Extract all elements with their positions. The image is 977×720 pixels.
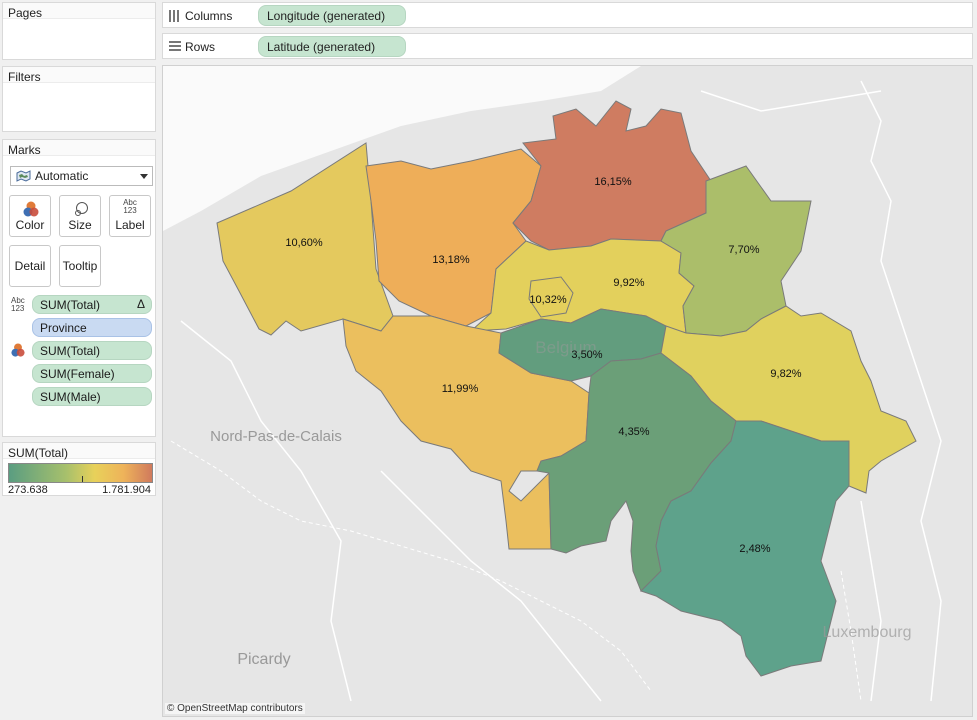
label-hainaut: 11,99%	[442, 383, 479, 395]
size-button-label: Size	[68, 218, 92, 232]
mark-field-male[interactable]: SUM(Male)	[32, 387, 152, 406]
tooltip-button[interactable]: Tooltip	[59, 245, 101, 287]
mark-field-label: SUM(Female)	[40, 367, 115, 381]
color-legend-ramp	[8, 463, 153, 483]
rows-pill[interactable]: Latitude (generated)	[258, 36, 406, 57]
rows-label: Rows	[185, 40, 216, 54]
filters-card[interactable]: Filters	[2, 66, 156, 132]
label-luxembourg-prov: 2,48%	[739, 543, 770, 555]
columns-label: Columns	[185, 9, 233, 23]
detail-button[interactable]: Detail	[9, 245, 51, 287]
pages-title: Pages	[3, 3, 155, 20]
label-east-flanders: 13,18%	[432, 254, 470, 266]
color-button-label: Color	[15, 218, 45, 232]
mark-field-label: SUM(Total)	[40, 344, 101, 358]
label-namur: 4,35%	[618, 426, 649, 438]
label-west-flanders: 10,60%	[285, 237, 323, 249]
marks-card: Marks Automatic Color Size Abc 123 Label…	[2, 139, 156, 437]
chevron-down-icon	[140, 174, 148, 179]
delta-icon: Δ	[136, 297, 145, 311]
label-walloon-brabant: 3,50%	[571, 349, 602, 361]
left-panel: Pages Filters Marks Automatic Color Size…	[0, 0, 157, 720]
mark-type-dropdown[interactable]: Automatic	[10, 166, 153, 186]
rows-shelf[interactable]: Rows Latitude (generated)	[162, 33, 973, 59]
label-flemish-brabant: 9,92%	[613, 277, 644, 289]
label-button[interactable]: Abc 123 Label	[109, 195, 151, 237]
provinces	[216, 100, 917, 677]
mark-field-province[interactable]: Province	[32, 318, 152, 337]
columns-icon	[169, 10, 179, 22]
rows-icon	[169, 41, 181, 51]
legend-title: SUM(Total)	[3, 443, 155, 460]
size-icon	[75, 202, 88, 216]
mark-field-label-total[interactable]: SUM(Total) Δ	[32, 295, 152, 314]
mark-field-label: SUM(Male)	[40, 390, 101, 404]
map-view[interactable]: Nord-Pas-de-Calais Picardy Luxembourg Be…	[162, 65, 973, 717]
label-liege: 9,82%	[770, 368, 801, 380]
map-attribution: © OpenStreetMap contributors	[165, 703, 305, 714]
columns-shelf[interactable]: Columns Longitude (generated)	[162, 2, 973, 28]
filters-title: Filters	[3, 67, 155, 84]
abc-123-icon: Abc 123	[123, 198, 137, 215]
map-mark-icon	[16, 170, 31, 182]
mark-field-color-total[interactable]: SUM(Total)	[32, 341, 152, 360]
color-field-icon	[11, 343, 25, 357]
color-button[interactable]: Color	[9, 195, 51, 237]
mark-field-label: SUM(Total)	[40, 298, 101, 312]
legend-min: 273.638	[8, 484, 48, 496]
place-picardy: Picardy	[237, 651, 290, 668]
mark-field-female[interactable]: SUM(Female)	[32, 364, 152, 383]
pages-card[interactable]: Pages	[2, 2, 156, 60]
marks-title: Marks	[3, 140, 155, 157]
label-field-icon: Abc 123	[11, 296, 25, 313]
legend-tick	[82, 476, 83, 482]
label-button-label: Label	[115, 218, 145, 232]
map-canvas[interactable]: Nord-Pas-de-Calais Picardy Luxembourg Be…	[163, 66, 973, 717]
label-brussels: 10,32%	[529, 294, 567, 306]
mark-type-value: Automatic	[35, 169, 89, 183]
place-luxembourg: Luxembourg	[823, 624, 912, 641]
color-legend-card[interactable]: SUM(Total) 273.638 1.781.904	[2, 442, 156, 496]
mark-field-label: Province	[40, 321, 87, 335]
detail-button-label: Detail	[14, 259, 46, 273]
label-limburg: 7,70%	[728, 244, 759, 256]
columns-pill[interactable]: Longitude (generated)	[258, 5, 406, 26]
size-button[interactable]: Size	[59, 195, 101, 237]
tooltip-button-label: Tooltip	[62, 259, 98, 273]
place-nord-pas-de-calais: Nord-Pas-de-Calais	[210, 428, 342, 445]
label-antwerp: 16,15%	[594, 176, 632, 188]
legend-max: 1.781.904	[102, 484, 151, 496]
color-icon	[23, 201, 39, 217]
